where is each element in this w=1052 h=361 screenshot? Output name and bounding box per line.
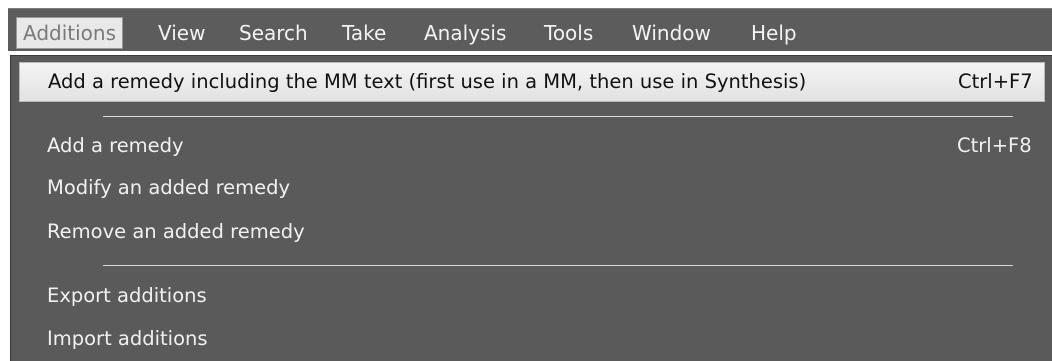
- menu-item-add-remedy-with-mm-text[interactable]: Add a remedy including the MM text (firs…: [19, 62, 1045, 102]
- menu-help[interactable]: Help: [751, 19, 797, 47]
- menu-item-add-remedy[interactable]: Add a remedy Ctrl+F8: [19, 126, 1045, 166]
- menu-item-label: Add a remedy: [47, 134, 184, 157]
- menu-view[interactable]: View: [158, 19, 205, 47]
- menu-item-shortcut: Ctrl+F7: [958, 70, 1033, 93]
- menu-item-export-additions[interactable]: Export additions: [19, 276, 1045, 316]
- menu-item-label: Modify an added remedy: [47, 176, 291, 199]
- menu-tools[interactable]: Tools: [544, 19, 593, 47]
- menu-analysis[interactable]: Analysis: [424, 19, 506, 47]
- menu-item-shortcut: Ctrl+F8: [957, 134, 1032, 157]
- additions-dropdown-menu: Add a remedy including the MM text (firs…: [10, 55, 1052, 361]
- menu-search[interactable]: Search: [239, 19, 308, 47]
- menu-item-import-additions[interactable]: Import additions: [19, 319, 1045, 359]
- menu-item-label: Import additions: [47, 327, 208, 350]
- menu-separator: [103, 265, 1013, 266]
- menu-additions[interactable]: Additions: [16, 17, 124, 49]
- menu-item-remove-remedy[interactable]: Remove an added remedy: [19, 212, 1045, 252]
- menu-item-label: Remove an added remedy: [47, 220, 305, 243]
- menu-item-label: Export additions: [47, 284, 207, 307]
- menu-item-label: Add a remedy including the MM text (firs…: [48, 70, 807, 93]
- menu-bar: Additions View Search Take Analysis Tool…: [8, 8, 1052, 51]
- menu-separator: [103, 116, 1013, 117]
- menu-item-modify-remedy[interactable]: Modify an added remedy: [19, 168, 1045, 208]
- menu-window[interactable]: Window: [632, 19, 711, 47]
- menu-take[interactable]: Take: [342, 19, 386, 47]
